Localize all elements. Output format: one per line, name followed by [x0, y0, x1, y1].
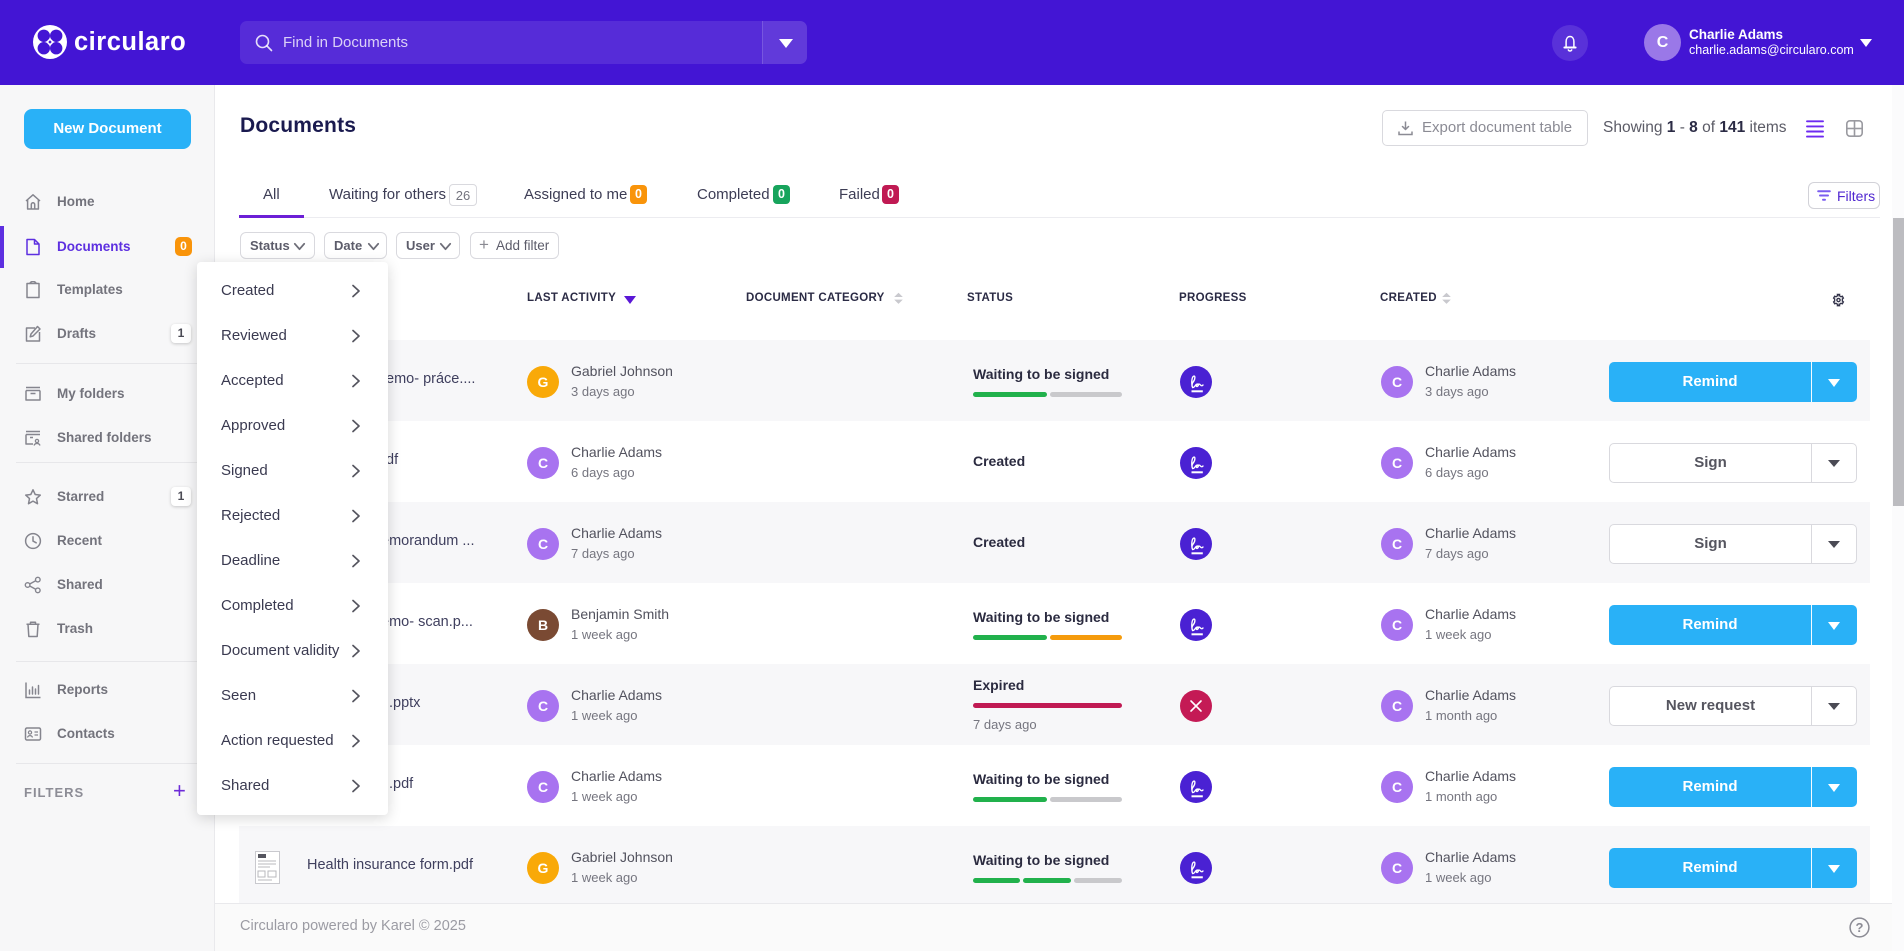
- svg-text:?: ?: [1856, 920, 1864, 935]
